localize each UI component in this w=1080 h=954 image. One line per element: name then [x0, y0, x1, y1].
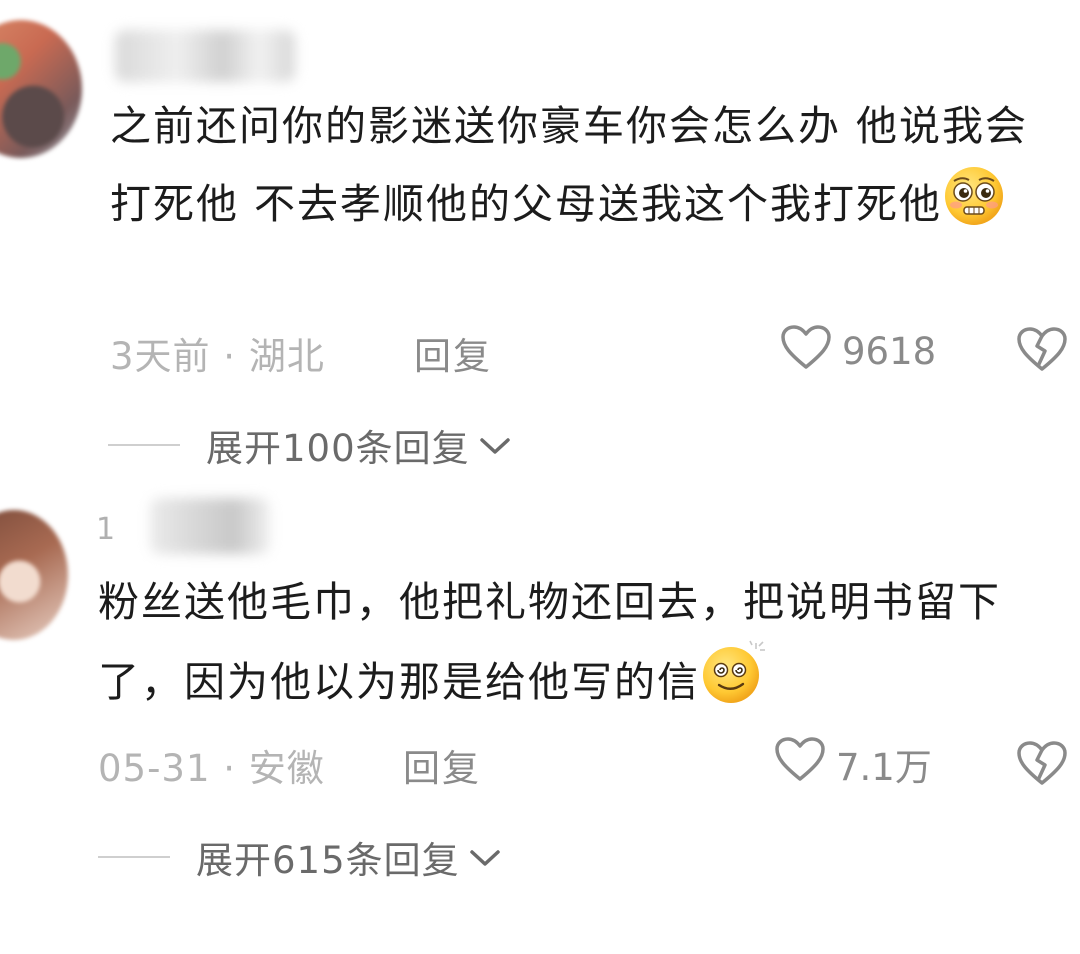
like-count: 9618	[842, 330, 937, 373]
broken-heart-icon	[1016, 741, 1068, 790]
comment-text: 粉丝送他毛巾，他把礼物还回去，把说明书留下了，因为他以为那是给他写的信	[98, 564, 1058, 720]
avatar[interactable]	[0, 510, 68, 640]
avatar[interactable]	[0, 20, 82, 158]
pleading-face-emoji	[942, 164, 1006, 228]
expand-replies-label: 展开100条回复	[206, 427, 470, 470]
like-button[interactable]: 9618	[780, 324, 936, 379]
reply-button[interactable]: 回复	[414, 326, 492, 380]
comment-item: 1 粉丝送他毛巾，他把礼物还回去，把说明书留下了，因为他以为那是给他写的信 05…	[0, 490, 1080, 910]
expand-replies-button[interactable]: 展开615条回复	[98, 830, 502, 884]
chevron-down-icon	[478, 435, 512, 461]
broken-heart-icon	[1016, 327, 1068, 376]
like-button[interactable]: 7.1万	[774, 736, 932, 791]
username-prefix[interactable]: 1	[96, 512, 115, 547]
chevron-down-icon	[468, 847, 502, 873]
dislike-button[interactable]	[1016, 326, 1068, 376]
username-blurred[interactable]	[115, 30, 295, 82]
heart-outline-icon	[774, 736, 826, 791]
divider-line	[98, 856, 170, 858]
divider-line	[108, 444, 180, 446]
comment-body: 粉丝送他毛巾，他把礼物还回去，把说明书留下了，因为他以为那是给他写的信	[98, 578, 1001, 706]
expand-replies-label: 展开615条回复	[196, 839, 460, 882]
username-blurred[interactable]	[150, 498, 270, 554]
comment-body: 之前还问你的影迷送你豪车你会怎么办 他说我会打死他 不去孝顺他的父母送我这个我打…	[110, 102, 1029, 228]
comment-item: 之前还问你的影迷送你豪车你会怎么办 他说我会打死他 不去孝顺他的父母送我这个我打…	[0, 0, 1080, 480]
comment-time-location: 05-31 · 安徽	[98, 747, 325, 790]
expand-replies-button[interactable]: 展开100条回复	[108, 418, 512, 472]
dizzy-smile-emoji	[700, 640, 765, 704]
heart-outline-icon	[780, 324, 832, 379]
comment-text: 之前还问你的影迷送你豪车你会怎么办 他说我会打死他 不去孝顺他的父母送我这个我打…	[110, 88, 1060, 242]
like-count: 7.1万	[836, 745, 932, 789]
comment-time-location: 3天前 · 湖北	[110, 335, 325, 378]
reply-button[interactable]: 回复	[403, 738, 481, 792]
dislike-button[interactable]	[1016, 740, 1068, 790]
